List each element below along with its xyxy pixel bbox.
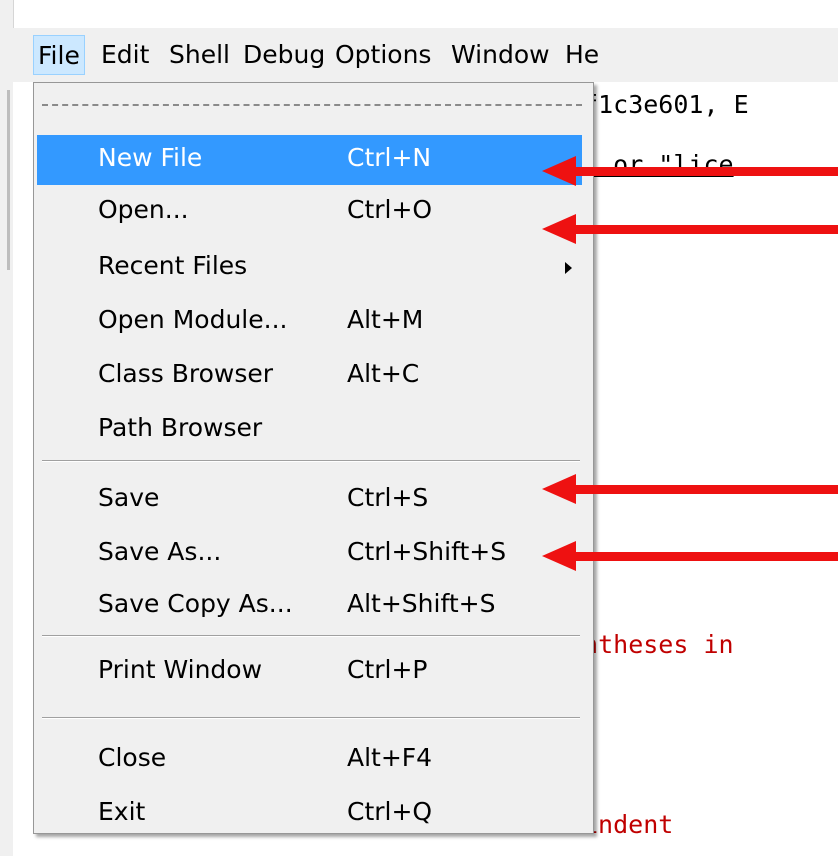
menu-bar: File Edit Shell Debug Options Window He bbox=[13, 28, 838, 83]
menu-item-save[interactable]: Save Ctrl+S bbox=[37, 475, 582, 525]
menu-item-exit[interactable]: Exit Ctrl+Q bbox=[37, 789, 582, 839]
editor-line: 3f1c3e601, E bbox=[568, 90, 749, 119]
menu-item-shortcut: Alt+M bbox=[347, 305, 424, 334]
menu-separator bbox=[42, 717, 580, 719]
menu-item-label: Open... bbox=[98, 195, 189, 224]
file-menu-dropdown: New File Ctrl+N Open... Ctrl+O Recent Fi… bbox=[33, 82, 594, 834]
submenu-arrow-icon bbox=[565, 262, 572, 274]
menu-item-shortcut: Ctrl+Q bbox=[347, 797, 433, 826]
menu-file[interactable]: File bbox=[33, 35, 85, 75]
menu-item-label: New File bbox=[98, 143, 203, 172]
menu-item-print-window[interactable]: Print Window Ctrl+P bbox=[37, 647, 582, 697]
menu-item-recent-files[interactable]: Recent Files bbox=[37, 243, 582, 293]
scrollbar-fragment bbox=[7, 90, 10, 270]
menu-help[interactable]: He bbox=[561, 35, 603, 75]
menu-item-close[interactable]: Close Alt+F4 bbox=[37, 735, 582, 785]
menu-item-label: Print Window bbox=[98, 655, 263, 684]
menu-item-label: Save Copy As... bbox=[98, 589, 293, 618]
menu-item-new-file[interactable]: New File Ctrl+N bbox=[37, 135, 582, 185]
annotation-arrow-icon bbox=[542, 474, 838, 504]
menu-item-shortcut: Alt+C bbox=[347, 359, 420, 388]
menu-item-label: Open Module... bbox=[98, 305, 288, 334]
menu-separator bbox=[42, 460, 580, 462]
menu-item-label: Exit bbox=[98, 797, 146, 826]
menu-item-label: Class Browser bbox=[98, 359, 274, 388]
menu-edit[interactable]: Edit bbox=[97, 35, 153, 75]
menu-item-label: Save As... bbox=[98, 537, 222, 566]
menu-item-shortcut: Ctrl+N bbox=[347, 143, 432, 172]
menu-item-shortcut: Ctrl+S bbox=[347, 483, 429, 512]
menu-item-open-module[interactable]: Open Module... Alt+M bbox=[37, 297, 582, 347]
annotation-arrow-icon bbox=[542, 156, 838, 186]
menu-shell[interactable]: Shell bbox=[165, 35, 234, 75]
menu-item-label: Recent Files bbox=[98, 251, 248, 280]
menu-item-save-copy-as[interactable]: Save Copy As... Alt+Shift+S bbox=[37, 581, 582, 631]
menu-item-path-browser[interactable]: Path Browser bbox=[37, 405, 582, 455]
menu-item-shortcut: Ctrl+O bbox=[347, 195, 433, 224]
menu-item-label: Save bbox=[98, 483, 160, 512]
tearoff-line[interactable] bbox=[42, 104, 582, 106]
menu-item-shortcut: Alt+F4 bbox=[347, 743, 433, 772]
menu-item-label: Close bbox=[98, 743, 167, 772]
menu-item-shortcut: Alt+Shift+S bbox=[347, 589, 496, 618]
menu-separator bbox=[42, 635, 580, 637]
menu-item-shortcut: Ctrl+Shift+S bbox=[347, 537, 507, 566]
menu-item-open[interactable]: Open... Ctrl+O bbox=[37, 187, 582, 237]
annotation-arrow-icon bbox=[542, 214, 838, 244]
editor-line: indent bbox=[583, 810, 674, 839]
menu-item-save-as[interactable]: Save As... Ctrl+Shift+S bbox=[37, 529, 582, 579]
window-top-strip bbox=[0, 0, 838, 28]
menu-window[interactable]: Window bbox=[447, 35, 554, 75]
menu-options[interactable]: Options bbox=[331, 35, 435, 75]
menu-item-shortcut: Ctrl+P bbox=[347, 655, 428, 684]
menu-item-label: Path Browser bbox=[98, 413, 263, 442]
menu-item-class-browser[interactable]: Class Browser Alt+C bbox=[37, 351, 582, 401]
menu-debug[interactable]: Debug bbox=[239, 35, 329, 75]
annotation-arrow-icon bbox=[542, 541, 838, 571]
